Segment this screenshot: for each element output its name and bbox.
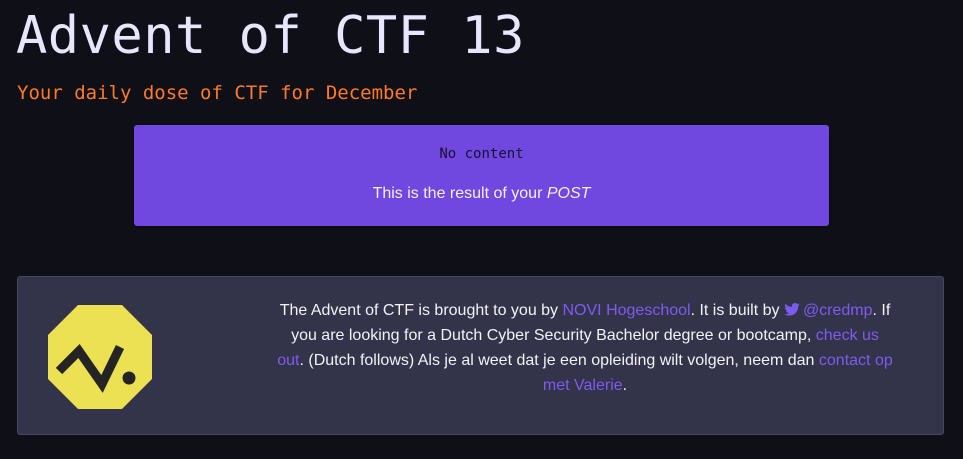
result-method: POST <box>546 185 591 202</box>
twitter-credmp-link[interactable]: @credmp <box>784 302 873 319</box>
twitter-icon <box>784 303 800 316</box>
novi-logo-icon <box>48 305 152 409</box>
result-message-prefix: This is the result of your <box>372 185 547 202</box>
footer-text: The Advent of CTF is brought to you by N… <box>276 298 894 398</box>
result-panel: No content This is the result of your PO… <box>134 125 829 226</box>
novi-hogeschool-link[interactable]: NOVI Hogeschool <box>563 302 691 319</box>
footer-text-part: . <box>622 377 628 394</box>
page: Advent of CTF 13 Your daily dose of CTF … <box>0 0 963 459</box>
footer-panel: The Advent of CTF is brought to you by N… <box>17 276 944 435</box>
result-status: No content <box>439 146 524 162</box>
page-subtitle: Your daily dose of CTF for December <box>17 82 418 104</box>
footer-text-part: . It is built by <box>690 302 784 319</box>
page-title: Advent of CTF 13 <box>16 6 525 66</box>
result-message: This is the result of your POST <box>134 184 829 204</box>
twitter-link-label: @credmp <box>802 302 873 319</box>
footer-text-part: . (Dutch follows) Als je al weet dat je … <box>299 352 819 369</box>
footer-text-part: The Advent of CTF is brought to you by <box>279 302 563 319</box>
